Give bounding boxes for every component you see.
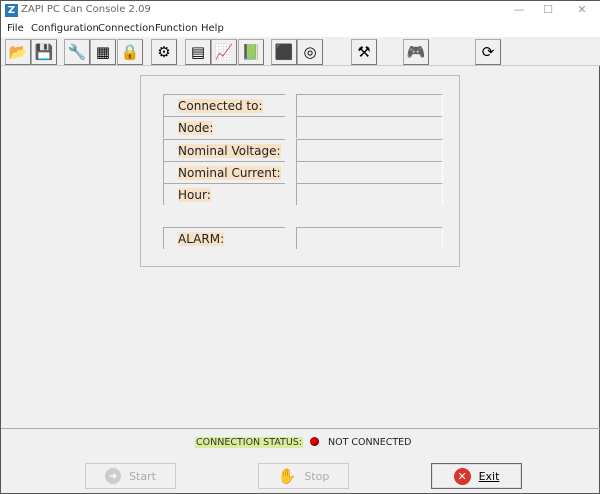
menu-function[interactable]: Function bbox=[155, 23, 198, 34]
nominal-voltage-value bbox=[296, 139, 443, 161]
connection-status-value: NOT CONNECTED bbox=[328, 437, 412, 448]
notebook-icon: 📗 bbox=[241, 43, 261, 61]
nominal-current-label-cell: Nominal Current: bbox=[163, 161, 285, 183]
exit-button[interactable]: ✕ Exit bbox=[431, 463, 522, 489]
menu-bar: File Configuration Connection Function H… bbox=[1, 20, 600, 37]
nominal-current-value bbox=[296, 161, 443, 183]
app-icon: Z bbox=[5, 4, 18, 17]
start-button[interactable]: ➜ Start bbox=[85, 463, 176, 489]
hour-label: Hour: bbox=[178, 188, 211, 202]
toolbar-board-button[interactable]: ▦ bbox=[90, 39, 116, 65]
window-title: ZAPI PC Can Console 2.09 bbox=[21, 4, 151, 15]
menu-help[interactable]: Help bbox=[201, 23, 224, 34]
node-label: Node: bbox=[178, 121, 214, 135]
toolbar: 📂 💾 🔧 ▦ 🔒 ⚙ ▤ 📈 📗 ⬛ ◎ ⚒ 🎮 ⟳ bbox=[1, 37, 600, 66]
exit-label: Exit bbox=[478, 469, 500, 483]
tools-icon: 🔧 bbox=[67, 43, 87, 61]
hour-value bbox=[296, 183, 443, 205]
toolbar-refresh-button[interactable]: ⟳ bbox=[475, 39, 501, 65]
toolbar-save-button[interactable]: 💾 bbox=[31, 39, 57, 65]
toolbar-list-button[interactable]: ▤ bbox=[185, 39, 211, 65]
start-label: Start bbox=[129, 469, 156, 483]
alarm-label-cell: ALARM: bbox=[163, 227, 285, 249]
graph-icon: 📈 bbox=[214, 43, 234, 61]
toolbar-tools-button[interactable]: 🔧 bbox=[64, 39, 90, 65]
alarm-label: ALARM: bbox=[178, 232, 225, 246]
nominal-voltage-label: Nominal Voltage: bbox=[178, 144, 281, 158]
exit-x-icon: ✕ bbox=[453, 467, 471, 485]
close-button[interactable]: ✕ bbox=[572, 3, 592, 16]
connected-to-label-cell: Connected to: bbox=[163, 94, 285, 116]
toolbar-motor-button[interactable]: ⬛ bbox=[271, 39, 297, 65]
toolbar-settings-button[interactable]: ⚒ bbox=[351, 39, 377, 65]
hand-icon: ✋ bbox=[277, 467, 297, 485]
title-bar: Z ZAPI PC Can Console 2.09 — ☐ ✕ bbox=[1, 1, 600, 20]
minimize-button[interactable]: — bbox=[509, 3, 529, 16]
toolbar-lock-button[interactable]: 🔒 bbox=[117, 39, 143, 65]
status-led-icon bbox=[310, 437, 319, 446]
toolbar-network-button[interactable]: ⚙ bbox=[151, 39, 177, 65]
menu-configuration[interactable]: Configuration bbox=[31, 23, 99, 34]
nominal-voltage-label-cell: Nominal Voltage: bbox=[163, 139, 285, 161]
save-icon: 💾 bbox=[34, 43, 54, 61]
maximize-button[interactable]: ☐ bbox=[538, 3, 558, 16]
connector-icon: ◎ bbox=[303, 43, 317, 61]
toolbar-connector-button[interactable]: ◎ bbox=[297, 39, 323, 65]
nominal-current-label: Nominal Current: bbox=[178, 166, 281, 180]
node-label-cell: Node: bbox=[163, 116, 285, 138]
start-arrow-icon: ➜ bbox=[105, 468, 122, 484]
gamepad-icon: 🎮 bbox=[406, 43, 426, 61]
menu-file[interactable]: File bbox=[7, 23, 24, 34]
node-value bbox=[296, 116, 443, 138]
connected-to-label: Connected to: bbox=[178, 99, 263, 113]
toolbar-notebook-button[interactable]: 📗 bbox=[238, 39, 264, 65]
hour-label-cell: Hour: bbox=[163, 183, 285, 205]
lock-icon: 🔒 bbox=[120, 43, 140, 61]
board-icon: ▦ bbox=[95, 43, 111, 61]
toolbar-gamepad-button[interactable]: 🎮 bbox=[403, 39, 429, 65]
list-icon: ▤ bbox=[190, 43, 206, 61]
connected-to-value bbox=[296, 94, 443, 116]
network-icon: ⚙ bbox=[157, 43, 171, 61]
alarm-value bbox=[296, 227, 443, 249]
settings-icon: ⚒ bbox=[357, 43, 371, 61]
menu-connection[interactable]: Connection bbox=[98, 23, 155, 34]
toolbar-open-button[interactable]: 📂 bbox=[5, 39, 31, 65]
stop-button[interactable]: ✋ Stop bbox=[258, 463, 349, 489]
refresh-icon: ⟳ bbox=[481, 43, 495, 61]
toolbar-graph-button[interactable]: 📈 bbox=[211, 39, 237, 65]
motor-icon: ⬛ bbox=[274, 43, 294, 61]
connection-status-label: CONNECTION STATUS: bbox=[195, 437, 304, 448]
stop-label: Stop bbox=[304, 469, 330, 483]
open-icon: 📂 bbox=[8, 43, 28, 61]
